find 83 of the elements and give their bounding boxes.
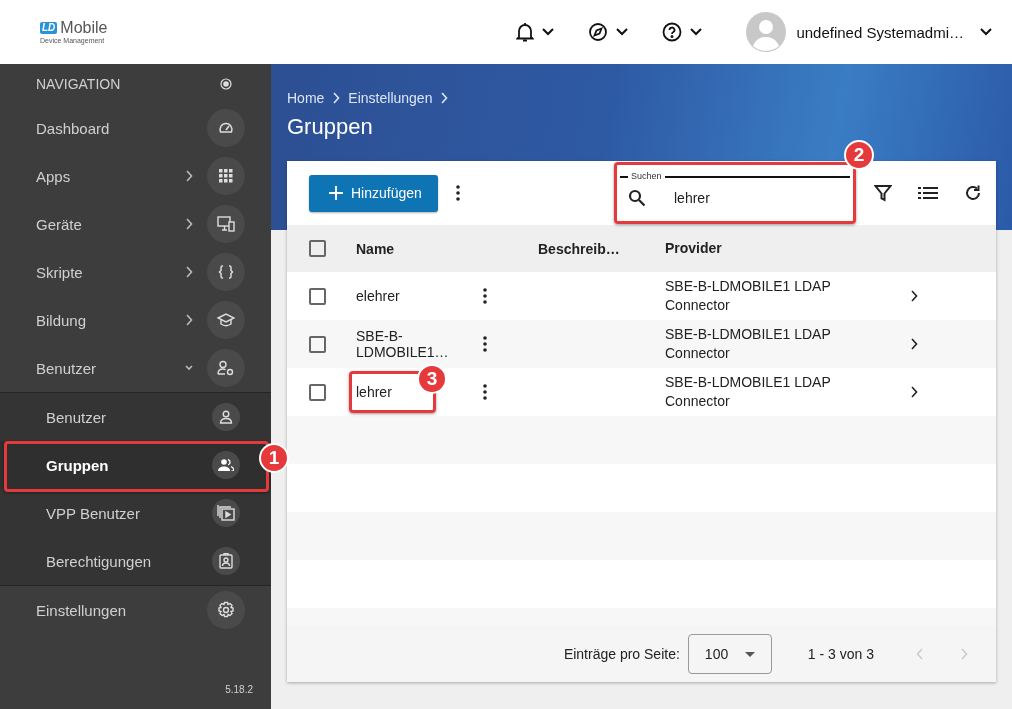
page-title: Gruppen	[287, 114, 374, 140]
more-options-icon[interactable]	[483, 288, 487, 304]
nav-item[interactable]: Bildung	[0, 296, 271, 344]
column-header[interactable]: Beschreib…	[538, 240, 665, 257]
add-button[interactable]: Hinzufügen	[309, 174, 438, 212]
table-cell-text: SBE-B-LDMOBILE1 LDAP Connector	[665, 373, 832, 411]
nav-item[interactable]: Skripte	[0, 248, 271, 296]
column-header[interactable]: Provider	[665, 239, 845, 258]
media-stack-icon	[217, 505, 235, 521]
list-view-icon[interactable]	[918, 186, 938, 200]
help-button[interactable]	[662, 22, 703, 42]
navigation-title: NAVIGATION	[36, 76, 121, 92]
chevron-right-icon	[185, 314, 193, 326]
monitor-icon	[217, 216, 235, 232]
version-label: 5.18.2	[225, 684, 253, 695]
compass-icon	[588, 22, 609, 42]
user-menu[interactable]: undefined Systemadmi…	[746, 12, 992, 52]
chevron-left-icon	[916, 648, 924, 660]
nav-subitem[interactable]: VPP Benutzer	[0, 489, 271, 537]
chevron-right-icon	[332, 92, 341, 104]
table-row[interactable]: elehrer SBE-B-LDMOBILE1 LDAP Connector	[287, 272, 996, 320]
nav-item[interactable]: Apps	[0, 152, 271, 200]
more-options-icon[interactable]	[455, 185, 460, 201]
caret-icon	[542, 28, 555, 36]
chevron-right-icon	[960, 648, 968, 660]
bell-icon	[516, 22, 535, 42]
checkbox[interactable]	[309, 335, 326, 353]
page-range: 1 - 3 von 3	[807, 646, 874, 662]
id-badge-icon	[219, 553, 233, 569]
caret-icon	[980, 28, 992, 36]
chevron-right-icon	[185, 266, 193, 278]
caret-icon	[616, 28, 629, 36]
breadcrumb-link[interactable]: Einstellungen	[348, 90, 433, 106]
help-icon	[662, 22, 683, 42]
notifications-button[interactable]	[516, 22, 555, 42]
search-field[interactable]: lehrer	[672, 189, 816, 207]
table-cell: elehrer	[356, 288, 400, 304]
plus-icon	[329, 186, 343, 200]
nav-item[interactable]: Dashboard	[0, 104, 271, 152]
caret-icon	[690, 28, 703, 36]
more-options-icon[interactable]	[483, 336, 487, 352]
table-row[interactable]: SBE-B-LDMOBILE1… SBE-B-LDMOBILE1 LDAP Connector	[287, 320, 996, 368]
nav-item[interactable]: Einstellungen	[0, 586, 271, 634]
nav-item[interactable]: Geräte	[0, 200, 271, 248]
more-options-icon[interactable]	[483, 384, 487, 400]
compass-button[interactable]	[588, 22, 629, 42]
per-page-label: Einträge pro Seite:	[563, 646, 680, 662]
chevron-right-icon	[910, 386, 918, 398]
chevron-right-icon	[440, 92, 449, 104]
column-header[interactable]: Name	[356, 240, 468, 257]
logo-name: Mobile	[60, 20, 108, 36]
nav-item[interactable]: Benutzer	[0, 344, 271, 392]
user-icon	[219, 410, 233, 424]
grid-icon	[219, 169, 233, 183]
settings-icon	[217, 601, 235, 619]
checkbox[interactable]	[309, 287, 326, 305]
group-icon	[218, 459, 234, 471]
nav-subitem[interactable]: Berechtigungen	[0, 537, 271, 585]
checkbox[interactable]	[309, 383, 326, 401]
search-icon	[628, 189, 646, 207]
nav-subitem[interactable]: Benutzer	[0, 393, 271, 441]
dropdown-triangle-icon	[744, 651, 755, 657]
chevron-right-icon	[910, 338, 918, 350]
checkbox[interactable]	[309, 240, 326, 257]
chevron-right-icon	[185, 170, 193, 182]
filter-icon[interactable]	[874, 184, 892, 202]
per-page-select[interactable]: 100	[687, 634, 772, 674]
braces-icon	[218, 264, 234, 280]
chevron-right-icon	[910, 290, 918, 302]
refresh-icon[interactable]	[964, 184, 982, 202]
radio-dot-icon	[220, 78, 232, 90]
field-label: Suchen	[628, 171, 665, 181]
avatar-icon	[746, 12, 787, 52]
chevron-right-icon	[185, 218, 193, 230]
logo-badge: LD	[40, 22, 58, 34]
table-cell-text: SBE-B-LDMOBILE1 LDAP Connector	[665, 277, 832, 315]
user-gear-icon	[217, 360, 235, 376]
gauge-icon	[218, 120, 234, 136]
table-cell-text: SBE-B-LDMOBILE1 LDAP Connector	[665, 325, 832, 363]
table-cell: lehrer	[356, 384, 392, 400]
table-cell-text: SBE-B-LDMOBILE1…	[356, 328, 450, 360]
breadcrumb-link[interactable]: Home	[287, 90, 325, 106]
graduation-cap-icon	[217, 312, 235, 328]
